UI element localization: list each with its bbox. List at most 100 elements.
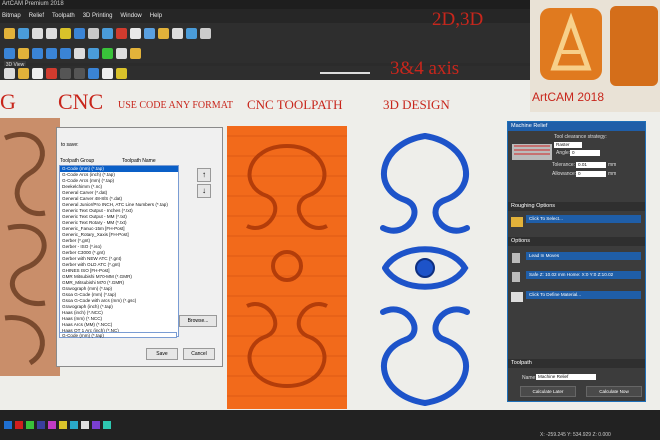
brightness-slider[interactable] bbox=[320, 72, 370, 74]
menu-relief[interactable]: Relief bbox=[29, 9, 44, 23]
name-label: Name: bbox=[522, 375, 537, 381]
col-toolpath-group: Toolpath Group bbox=[60, 158, 95, 164]
weave-icon[interactable] bbox=[200, 27, 211, 39]
view-iso-icon[interactable] bbox=[32, 67, 43, 79]
gear-icon[interactable] bbox=[74, 47, 85, 59]
merge-icon[interactable] bbox=[88, 27, 99, 39]
clearance-label: Tool clearance strategy: bbox=[554, 134, 607, 140]
relief-subtract-icon[interactable] bbox=[46, 47, 57, 59]
vector-tool-icon[interactable] bbox=[4, 47, 15, 59]
colour-swatch[interactable] bbox=[15, 421, 23, 429]
colour-swatch[interactable] bbox=[4, 421, 12, 429]
panel-title: Machine Relief bbox=[508, 122, 645, 131]
lead-in-icon bbox=[512, 253, 520, 263]
col-toolpath-name: Toolpath Name bbox=[122, 158, 156, 164]
roughing-options-header[interactable]: Roughing Options bbox=[508, 202, 645, 211]
view-front-icon[interactable] bbox=[74, 67, 85, 79]
artcam-logo-icon bbox=[540, 8, 602, 80]
colour-palette[interactable] bbox=[4, 416, 114, 434]
colour-swatch[interactable] bbox=[26, 421, 34, 429]
window-title: ArtCAM Premium 2018 bbox=[2, 1, 64, 7]
colour-swatch[interactable] bbox=[70, 421, 78, 429]
save-icon[interactable] bbox=[18, 27, 29, 39]
wood-relief-image bbox=[0, 118, 60, 376]
headline-axis: 3&4 axis bbox=[390, 58, 460, 79]
node-icon[interactable] bbox=[130, 27, 141, 39]
calculate-later-button[interactable]: Calculate Later bbox=[520, 386, 576, 397]
menu-3d-printing[interactable]: 3D Printing bbox=[83, 9, 113, 23]
artcam-badge-label: ArtCAM 2018 bbox=[532, 90, 605, 104]
calculate-now-button[interactable]: Calculate Now bbox=[586, 386, 642, 397]
headline-use-code: USE CODE ANY FORMAT bbox=[118, 100, 233, 111]
colour-swatch[interactable] bbox=[48, 421, 56, 429]
allowance-input[interactable]: 0 bbox=[576, 171, 606, 177]
plus-icon[interactable] bbox=[102, 47, 113, 59]
format-listbox[interactable]: G-Code (mm) (*.tap) G-Code Arcs (inch) (*… bbox=[59, 165, 179, 337]
arrow-up-icon: ↑ bbox=[202, 170, 206, 179]
allowance-label: Allowance: bbox=[552, 171, 577, 177]
tolerance-unit: mm bbox=[608, 162, 617, 168]
tolerance-label: Tolerance: bbox=[552, 162, 576, 168]
define-material[interactable]: Click To Define Material... bbox=[526, 291, 641, 299]
headline-cnc: CNC bbox=[58, 89, 104, 114]
cancel-button[interactable]: Cancel bbox=[183, 348, 215, 360]
colour-swatch[interactable] bbox=[92, 421, 100, 429]
clearance-select[interactable]: Raster bbox=[554, 142, 582, 148]
star-icon[interactable] bbox=[172, 27, 183, 39]
flag-icon[interactable] bbox=[116, 27, 127, 39]
browse-button[interactable]: Browse... bbox=[179, 315, 217, 327]
vector-icon[interactable] bbox=[102, 27, 113, 39]
menu-toolpath[interactable]: Toolpath bbox=[52, 9, 75, 23]
angle-label: Angle: bbox=[556, 150, 571, 156]
shade-icon[interactable] bbox=[102, 67, 113, 79]
redo-icon[interactable] bbox=[46, 27, 57, 39]
move-up-button[interactable]: ↑ bbox=[197, 168, 211, 182]
folder-icon[interactable] bbox=[4, 27, 15, 39]
format-select[interactable]: G-Code (mm) (*.tap) bbox=[59, 332, 177, 338]
relief-tool-icon[interactable] bbox=[144, 27, 155, 39]
light-icon[interactable] bbox=[18, 67, 29, 79]
menu-window[interactable]: Window bbox=[120, 9, 141, 23]
lead-in-moves[interactable]: Lead In Moves bbox=[526, 252, 641, 260]
toolpath-icon[interactable] bbox=[158, 27, 169, 39]
headline-3d-design: 3D DESIGN bbox=[383, 97, 450, 112]
toolpath-header: Toolpath bbox=[508, 359, 645, 368]
toolpath-name-input[interactable]: Machine Relief bbox=[536, 374, 596, 380]
move-down-button[interactable]: ↓ bbox=[197, 184, 211, 198]
colour-swatch[interactable] bbox=[59, 421, 67, 429]
menu-bitmap[interactable]: Bitmap bbox=[2, 9, 21, 23]
safe-z-setting[interactable]: Safe Z: 10.02 mm Home: X:0 Y:0 Z:10.02 bbox=[526, 271, 641, 279]
save-button[interactable]: Save bbox=[146, 348, 178, 360]
colour-swatch[interactable] bbox=[37, 421, 45, 429]
headline-2d-3d: 2D,3D bbox=[432, 9, 484, 30]
lamp-icon[interactable] bbox=[18, 47, 29, 59]
view-left-icon[interactable] bbox=[88, 67, 99, 79]
shape-icon[interactable] bbox=[74, 27, 85, 39]
axis-icon[interactable] bbox=[46, 67, 57, 79]
menu-help[interactable]: Help bbox=[150, 9, 162, 23]
safe-z-icon bbox=[512, 272, 520, 282]
relief-icon[interactable] bbox=[60, 27, 71, 39]
grid-icon[interactable] bbox=[116, 47, 127, 59]
view-top-icon[interactable] bbox=[60, 67, 71, 79]
tolerance-input[interactable]: 0.01 bbox=[576, 162, 606, 168]
relief-add-icon[interactable] bbox=[32, 47, 43, 59]
raster-preview-icon bbox=[512, 144, 552, 160]
cnc-toolpath-image bbox=[227, 126, 347, 409]
colour-icon[interactable] bbox=[116, 67, 127, 79]
colour-swatch[interactable] bbox=[81, 421, 89, 429]
machine-relief-panel: Machine Relief Tool clearance strategy: … bbox=[507, 121, 646, 402]
angle-input[interactable]: 0 bbox=[570, 150, 600, 156]
status-bar: X: -259.245 Y: 534.929 Z: 0.000 bbox=[0, 410, 660, 440]
colour-swatch[interactable] bbox=[103, 421, 111, 429]
distort-icon[interactable] bbox=[130, 47, 141, 59]
layers-icon[interactable] bbox=[88, 47, 99, 59]
relief-merge-icon[interactable] bbox=[60, 47, 71, 59]
headline-cnc-toolpath: CNC TOOLPATH bbox=[247, 97, 343, 112]
arrow-down-icon: ↓ bbox=[202, 186, 206, 195]
roughing-select[interactable]: Click To Select... bbox=[526, 215, 641, 223]
undo-icon[interactable] bbox=[32, 27, 43, 39]
options-header[interactable]: Options bbox=[508, 237, 645, 246]
zoom-icon[interactable] bbox=[4, 67, 15, 79]
box-icon[interactable] bbox=[186, 27, 197, 39]
